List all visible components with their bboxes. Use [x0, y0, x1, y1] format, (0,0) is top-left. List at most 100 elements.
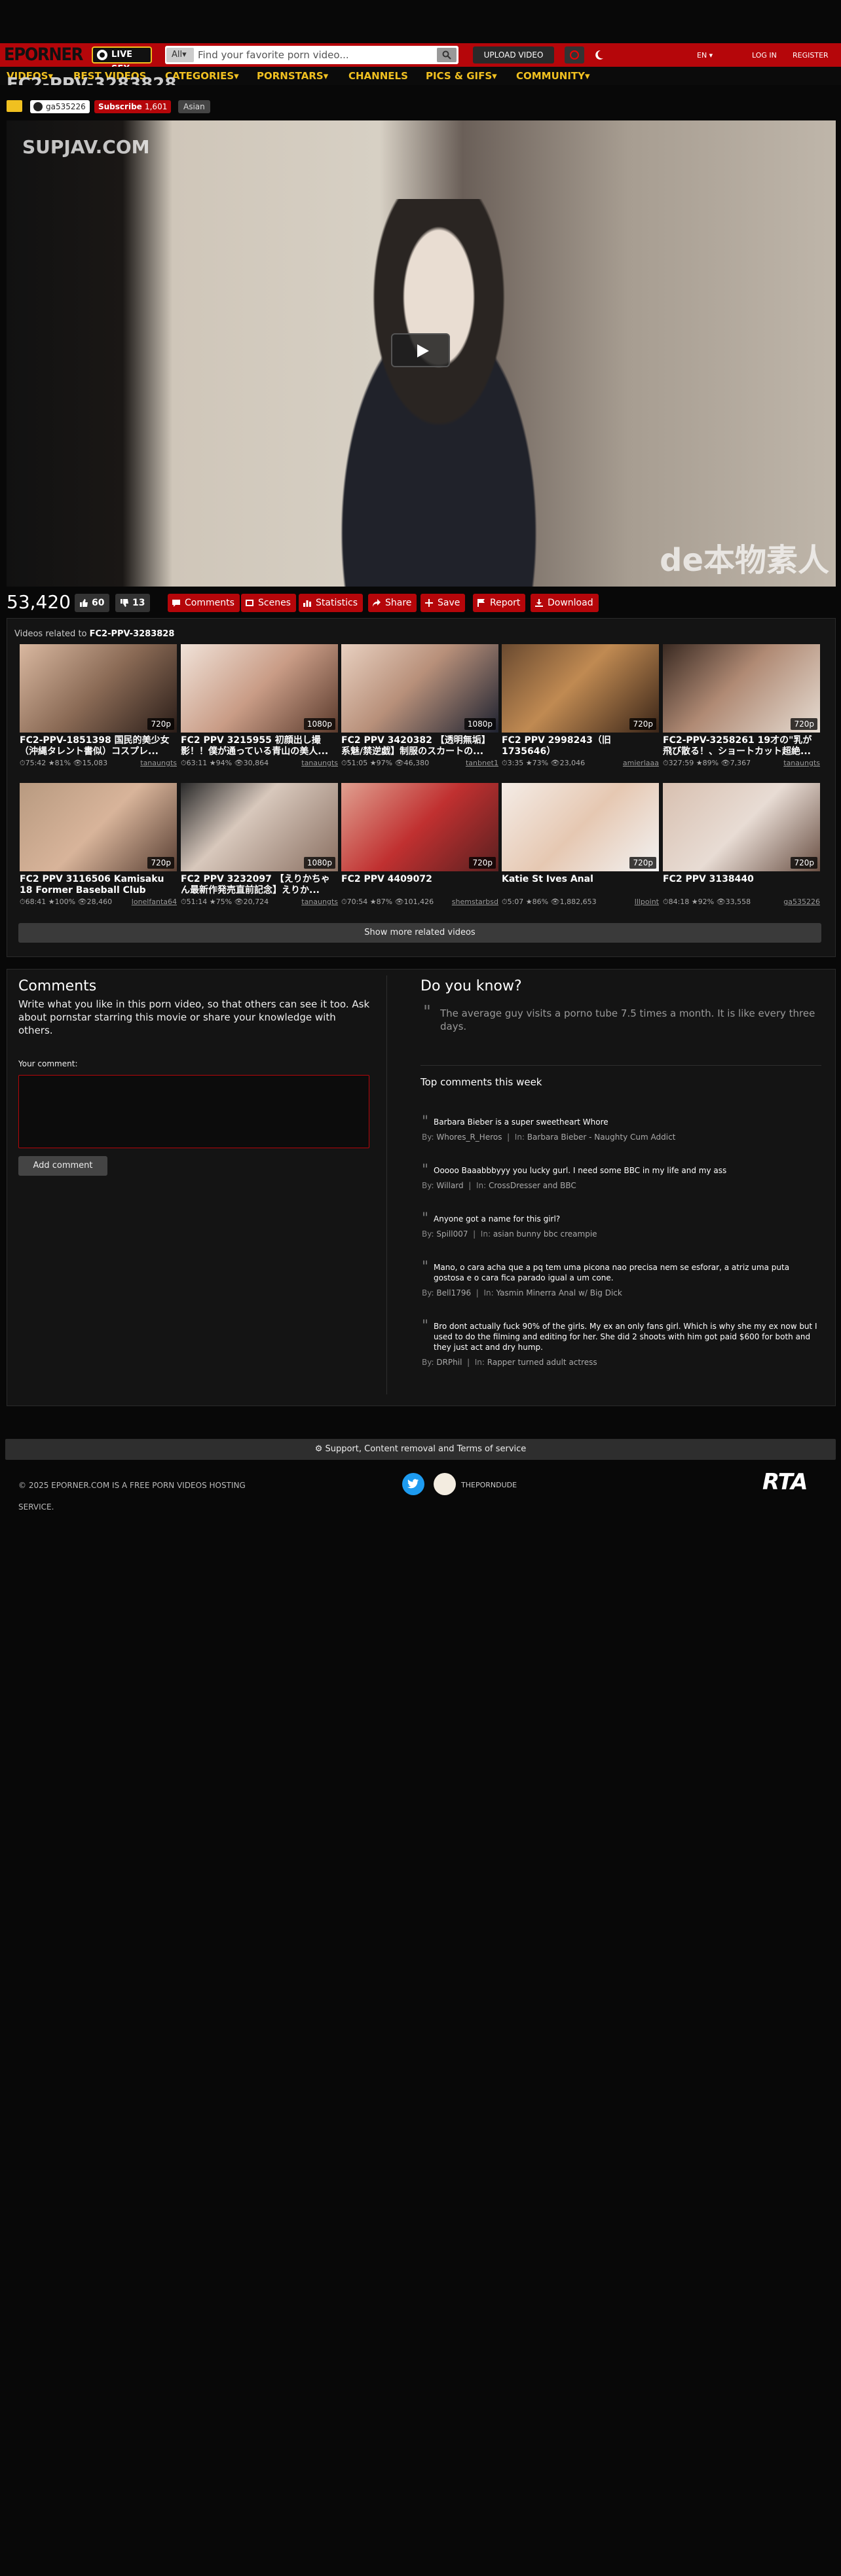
language-selector[interactable]: EN ▾ [697, 51, 713, 60]
upload-video-button[interactable]: UPLOAD VIDEO [473, 46, 554, 63]
site-logo[interactable]: EPORNER [4, 45, 83, 65]
video-title[interactable]: FC2-PPV-1851398 国民的美少女（沖縄タレント書似）コスプレ... [20, 735, 177, 757]
comment-author[interactable]: Spill007 [436, 1229, 468, 1239]
related-video-card[interactable]: 720p FC2 PPV 3116506 Kamisaku 18 Former … [20, 783, 177, 907]
nav-channels[interactable]: CHANNELS [348, 70, 408, 82]
theporndude-label[interactable]: THEPORNDUDE [461, 1481, 517, 1489]
edit-icon[interactable] [7, 100, 22, 112]
share-button[interactable]: Share [368, 594, 417, 612]
related-video-card[interactable]: 720p FC2-PPV-3258261 19才の"乳が飛び散る！、ショートカッ… [663, 644, 820, 768]
video-title[interactable]: FC2 PPV 3420382 【透明無垢】系魅/禁逆戯】制服のスカートの... [341, 735, 498, 757]
comment-video-link[interactable]: CrossDresser and BBC [489, 1181, 576, 1190]
uploader-link[interactable]: amierlaaa [623, 759, 659, 767]
video-player[interactable]: SUPJAV.COM de本物素人 [7, 120, 836, 587]
video-title[interactable]: FC2 PPV 2998243（旧 1735646） [502, 735, 659, 757]
comment-text: Anyone got a name for this girl? [434, 1214, 561, 1224]
video-title[interactable]: FC2 PPV 3116506 Kamisaku 18 Former Baseb… [20, 874, 177, 896]
video-title[interactable]: FC2 PPV 4409072 [341, 874, 498, 896]
dislike-button[interactable]: 13 [115, 594, 151, 612]
related-video-card[interactable]: 720p Katie St Ives Anal ⏱5:07 ★86% 👁1,88… [502, 783, 659, 907]
comment-author[interactable]: Willard [436, 1181, 463, 1190]
video-title[interactable]: FC2 PPV 3215955 初顔出し撮影！！僕が通っている青山の美人... [181, 735, 338, 757]
support-link[interactable]: ⚙ Support, Content removal and Terms of … [5, 1439, 836, 1460]
resolution-badge: 720p [791, 718, 817, 730]
download-button[interactable]: Download [531, 594, 599, 612]
by-label: By: [422, 1181, 434, 1190]
related-video-card[interactable]: 1080p FC2 PPV 3215955 初顔出し撮影！！僕が通っている青山の… [181, 644, 338, 768]
comment-author[interactable]: DRPhil [436, 1358, 462, 1367]
search-input[interactable] [198, 47, 434, 63]
video-title[interactable]: FC2 PPV 3232097 【えりかちゃん最新作発売直前記念】えりか... [181, 874, 338, 896]
related-video-card[interactable]: 720p FC2 PPV 2998243（旧 1735646） ⏱3:35 ★7… [502, 644, 659, 768]
live-sex-button[interactable]: LIVE SEX [92, 46, 152, 74]
save-button[interactable]: Save [421, 594, 466, 612]
register-link[interactable]: REGISTER [793, 51, 829, 60]
video-title[interactable]: Katie St Ives Anal [502, 874, 659, 896]
video-thumbnail[interactable]: 720p [20, 783, 177, 871]
comments-button[interactable]: Comments [168, 594, 240, 612]
search-button[interactable] [437, 48, 457, 62]
theporndude-icon[interactable] [434, 1473, 456, 1495]
uploader-link[interactable]: tanbnet1 [466, 759, 498, 767]
hd-toggle-button[interactable] [565, 46, 584, 63]
uploader-link[interactable]: tanaungts [301, 898, 338, 906]
comment-text: Mano, o cara acha que a pq tem uma picon… [434, 1263, 790, 1282]
related-video-card[interactable]: 720p FC2-PPV-1851398 国民的美少女（沖縄タレント書似）コスプ… [20, 644, 177, 768]
page-title: FC2-PPV-3283828 [7, 76, 177, 85]
comment-textarea[interactable] [18, 1075, 369, 1148]
comment-video-link[interactable]: Yasmin Minerra Anal w/ Big Dick [496, 1288, 622, 1297]
subscribe-button[interactable]: Subscribe 1,601 [94, 100, 172, 113]
video-thumbnail[interactable]: 720p [663, 644, 820, 733]
nav-pics-gifs[interactable]: PICS & GIFS▾ [426, 70, 497, 82]
resolution-badge: 720p [469, 857, 496, 869]
statistics-button[interactable]: Statistics [299, 594, 363, 612]
comment-text: Barbara Bieber is a super sweetheart Who… [434, 1117, 608, 1127]
related-video-card[interactable]: 720p FC2 PPV 4409072 ⏱70:54 ★87% 👁101,42… [341, 783, 498, 907]
scenes-button[interactable]: Scenes [241, 594, 296, 612]
uploader-link[interactable]: tanaungts [301, 759, 338, 767]
uploader-link[interactable]: lonelfanta64 [132, 898, 177, 906]
duration: 327:59 [668, 759, 694, 767]
video-thumbnail[interactable]: 720p [502, 783, 659, 871]
uploader-link[interactable]: shemstarbsd [452, 898, 498, 906]
video-thumbnail[interactable]: 1080p [181, 783, 338, 871]
play-button[interactable] [391, 333, 450, 367]
dark-mode-toggle[interactable] [589, 46, 609, 63]
add-comment-button[interactable]: Add comment [18, 1156, 107, 1176]
film-icon [246, 600, 253, 606]
rta-logo[interactable]: RTA [762, 1469, 808, 1495]
video-thumbnail[interactable]: 720p [20, 644, 177, 733]
video-thumbnail[interactable]: 720p [341, 783, 498, 871]
related-video-card[interactable]: 720p FC2 PPV 3138440 ⏱84:18 ★92% 👁33,558… [663, 783, 820, 907]
comment-video-link[interactable]: Rapper turned adult actress [487, 1358, 597, 1367]
nav-pornstars[interactable]: PORNSTARS▾ [257, 70, 328, 82]
video-thumbnail[interactable]: 1080p [181, 644, 338, 733]
related-video-card[interactable]: 1080p FC2 PPV 3232097 【えりかちゃん最新作発売直前記念】え… [181, 783, 338, 907]
show-more-button[interactable]: Show more related videos [18, 923, 821, 943]
login-link[interactable]: LOG IN [752, 51, 777, 60]
duration: 51:14 [186, 898, 208, 906]
nav-community[interactable]: COMMUNITY▾ [516, 70, 590, 82]
related-video-card[interactable]: 1080p FC2 PPV 3420382 【透明無垢】系魅/禁逆戯】制服のスカ… [341, 644, 498, 768]
category-tag[interactable]: Asian [178, 100, 210, 113]
video-title[interactable]: FC2-PPV-3258261 19才の"乳が飛び散る！、ショートカット超絶..… [663, 735, 820, 757]
comment-author[interactable]: Bell1796 [436, 1288, 471, 1297]
by-label: By: [422, 1358, 434, 1367]
report-button[interactable]: Report [473, 594, 526, 612]
like-button[interactable]: 60 [75, 594, 110, 612]
uploader-link[interactable]: ga535226 [30, 100, 90, 113]
video-thumbnail[interactable]: 1080p [341, 644, 498, 733]
support-label: Support, Content removal and Terms of se… [325, 1444, 527, 1454]
comment-author[interactable]: Whores_R_Heros [436, 1133, 502, 1142]
video-thumbnail[interactable]: 720p [663, 783, 820, 871]
video-title[interactable]: FC2 PPV 3138440 [663, 874, 820, 896]
video-thumbnail[interactable]: 720p [502, 644, 659, 733]
comment-video-link[interactable]: Barbara Bieber - Naughty Cum Addict [527, 1133, 676, 1142]
uploader-link[interactable]: lllpoint [635, 898, 659, 906]
search-category-select[interactable]: All▾ [166, 48, 194, 62]
twitter-icon[interactable] [402, 1473, 424, 1495]
uploader-link[interactable]: tanaungts [783, 759, 820, 767]
uploader-link[interactable]: ga535226 [783, 898, 820, 906]
comment-video-link[interactable]: asian bunny bbc creampie [493, 1229, 597, 1239]
uploader-link[interactable]: tanaungts [140, 759, 177, 767]
